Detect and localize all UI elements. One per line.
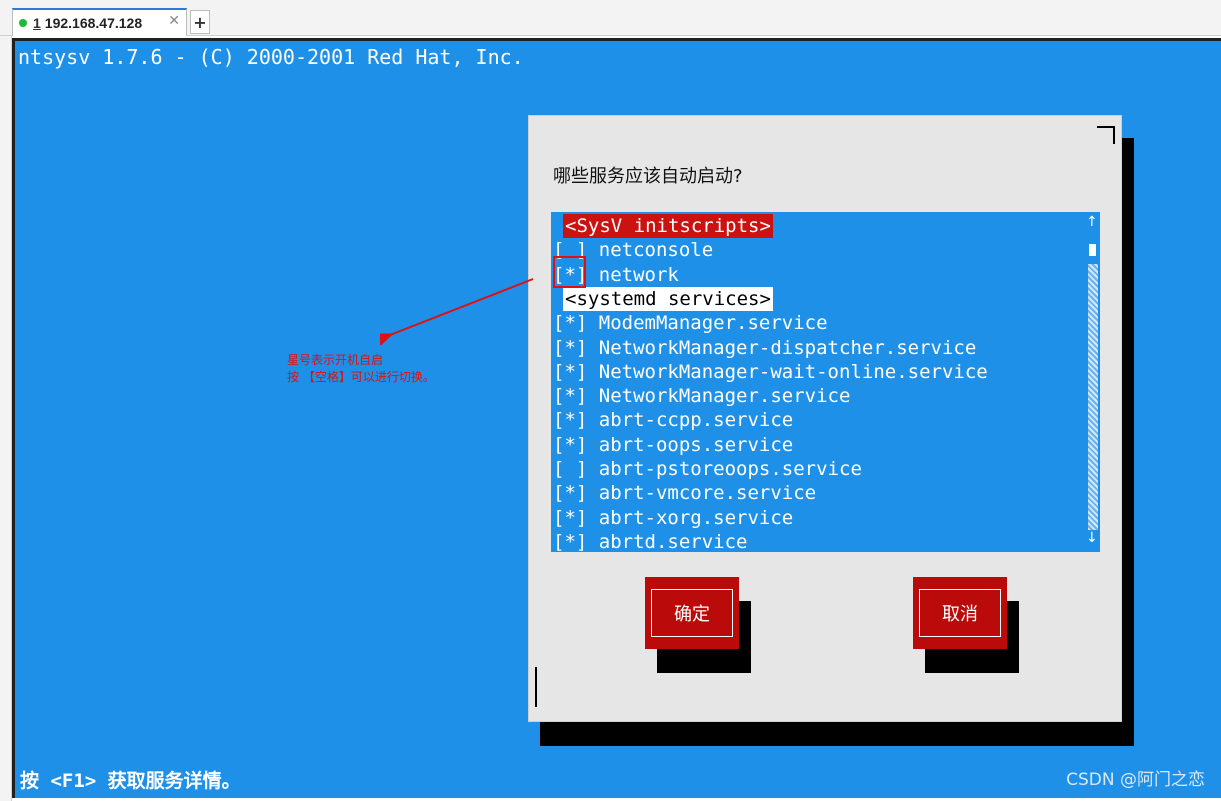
service-name: NetworkManager.service [598,385,851,408]
list-item[interactable]: [*] NetworkManager-dispatcher.service [553,336,976,360]
list-item[interactable]: [*] ModemManager.service [553,311,828,335]
service-name: network [598,263,679,286]
ntsysv-title: ntsysv 1.7.6 - (C) 2000-2001 Red Hat, In… [18,45,524,69]
session-tab[interactable]: 1 192.168.47.128 ✕ [12,8,187,36]
connected-status-icon [19,19,27,27]
service-name: abrt-xorg.service [598,506,794,529]
highlight-box [553,256,586,288]
service-checkbox[interactable]: [*] [553,530,587,554]
scroll-thumb[interactable] [1089,244,1096,256]
list-item[interactable]: [ ] abrt-pstoreoops.service [553,457,862,481]
watermark: CSDN @阿门之恋 [1066,770,1205,790]
list-item[interactable]: [*] abrt-vmcore.service [553,481,816,505]
service-checkbox[interactable]: [ ] [553,457,587,481]
close-icon[interactable]: ✕ [168,13,180,29]
dialog-frame-edge [535,667,553,707]
service-name: NetworkManager-wait-online.service [598,360,988,383]
tab-bar: 1 192.168.47.128 ✕ + [0,0,1221,36]
scrollbar[interactable]: ↑ ↓ [1086,214,1098,550]
scroll-track[interactable] [1088,264,1098,530]
left-sidebar-strip [0,36,12,801]
service-name: abrt-vmcore.service [598,482,817,505]
ok-button-label: 确定 [651,589,733,637]
service-name: abrtd.service [598,530,748,553]
service-checkbox[interactable]: [*] [553,481,587,505]
cancel-button[interactable]: 取消 [913,577,1007,649]
tab-label: 192.168.47.128 [44,15,143,31]
dialog-question: 哪些服务应该自动启动? [553,166,743,187]
service-checkbox[interactable]: [*] [553,408,587,432]
help-hint: 按 <F1> 获取服务详情。 [20,770,241,792]
annotation-text: 星号表示开机自启 按 【空格】可以进行切换。 [287,352,435,386]
scroll-up-icon[interactable]: ↑ [1086,214,1098,230]
service-name: abrt-ccpp.service [598,409,794,432]
service-checkbox[interactable]: [*] [553,433,587,457]
service-name: abrt-pstoreoops.service [598,458,862,480]
dialog-frame-corner [1097,126,1115,144]
list-item[interactable]: [*] abrt-xorg.service [553,506,793,530]
service-checkbox[interactable]: [*] [553,506,587,530]
list-item[interactable]: [*] NetworkManager-wait-online.service [553,360,988,384]
annotation-arrow-icon [380,278,534,345]
list-item[interactable]: [*] abrt-ccpp.service [553,408,793,432]
service-checkbox[interactable]: [*] [553,336,587,360]
cancel-button-label: 取消 [919,589,1001,637]
service-name: ModemManager.service [598,312,828,335]
scroll-down-icon[interactable]: ↓ [1086,530,1098,546]
tab-index: 1 [33,15,41,31]
add-tab-button[interactable]: + [190,10,210,34]
list-heading[interactable]: <SysV initscripts> [563,214,773,238]
services-dialog: 哪些服务应该自动启动? <SysV initscripts> [ ] netcon… [528,115,1122,722]
service-checkbox[interactable]: [*] [553,311,587,335]
list-item[interactable]: [*] NetworkManager.service [553,384,850,408]
annotation-line-2: 按 【空格】可以进行切换。 [287,370,435,384]
service-name: abrt-oops.service [598,433,794,456]
annotation-line-1: 星号表示开机自启 [287,353,384,367]
list-heading[interactable]: <systemd services> [563,286,773,311]
service-name: NetworkManager-dispatcher.service [598,336,977,359]
service-checkbox[interactable]: [*] [553,360,587,384]
service-name: netconsole [598,239,714,262]
service-checkbox[interactable]: [*] [553,384,587,408]
list-item[interactable]: [*] abrt-oops.service [553,433,793,457]
services-listbox[interactable]: <SysV initscripts> [ ] netconsole [*] netw… [551,212,1100,554]
ok-button[interactable]: 确定 [645,577,739,649]
list-item[interactable]: [*] abrtd.service [553,530,748,554]
